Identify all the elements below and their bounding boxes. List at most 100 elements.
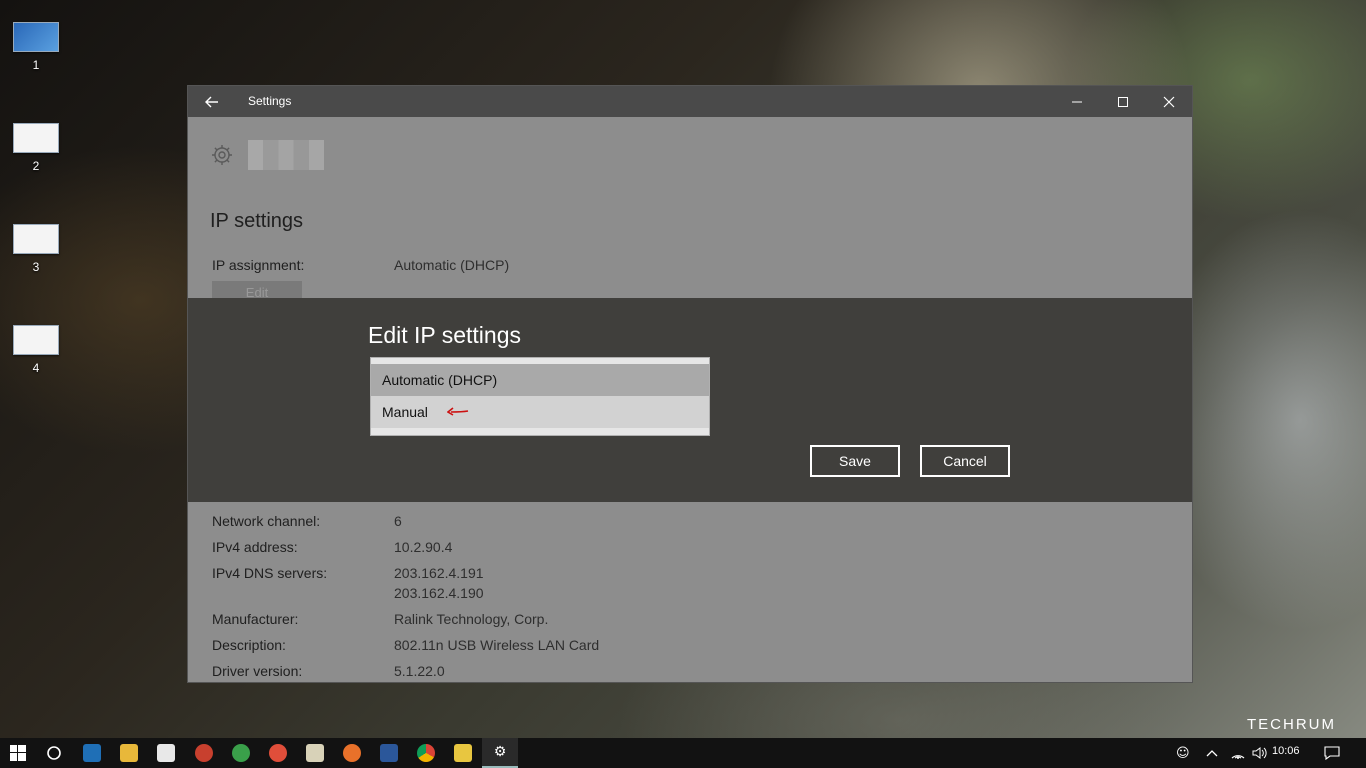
media-player-icon — [454, 744, 472, 762]
taskbar-app-chrome[interactable] — [408, 738, 444, 768]
taskbar-app-file-explorer[interactable] — [111, 738, 147, 768]
start-button[interactable] — [0, 738, 36, 768]
maximize-button[interactable] — [1100, 86, 1146, 117]
desktop-icon-1[interactable]: 1 — [12, 22, 60, 72]
app-red-icon — [195, 744, 213, 762]
chrome-icon — [417, 744, 435, 762]
arrow-left-icon — [205, 96, 218, 107]
property-label: Description: — [212, 637, 286, 653]
taskbar-app-green[interactable] — [223, 738, 259, 768]
desktop-icon-image — [13, 123, 59, 153]
people-icon: ☺ — [1176, 745, 1190, 761]
taskbar-app-word[interactable] — [371, 738, 407, 768]
cortana-button[interactable] — [36, 738, 72, 768]
property-row: Driver version: 5.1.22.0 — [212, 663, 445, 679]
option-label: Manual — [382, 404, 428, 420]
taskbar-app-media-player[interactable] — [445, 738, 481, 768]
section-title: IP settings — [210, 210, 304, 232]
ip-assignment-row: IP assignment: Automatic (DHCP) — [212, 257, 509, 273]
cortana-icon — [47, 746, 61, 760]
wifi-icon — [1231, 755, 1245, 759]
title-bar: Settings — [188, 86, 1192, 117]
mail-icon — [157, 744, 175, 762]
settings-icon: ⚙ — [493, 744, 507, 760]
taskbar-app-paint[interactable] — [297, 738, 333, 768]
settings-window: Settings IP settings IP assignment: Auto… — [187, 85, 1193, 683]
taskbar-app-go-tv[interactable] — [74, 738, 110, 768]
tray-show-hidden[interactable] — [1206, 738, 1218, 768]
edit-ip-dialog: Edit IP settings Automatic (DHCP) Manual… — [188, 298, 1192, 502]
option-label: Automatic (DHCP) — [382, 372, 498, 388]
desktop-icon-label: 4 — [32, 361, 40, 375]
taskbar-app-mail[interactable] — [148, 738, 184, 768]
desktop-icon-label: 2 — [32, 159, 40, 173]
property-label: Driver version: — [212, 663, 303, 679]
window-title: Settings — [248, 94, 292, 108]
property-value: Ralink Technology, Corp. — [394, 611, 549, 627]
property-row: IPv4 address: 10.2.90.4 — [212, 539, 452, 555]
property-value: 203.162.4.191 — [394, 565, 484, 581]
ip-assignment-value: Automatic (DHCP) — [394, 257, 510, 273]
taskbar-app-red[interactable] — [186, 738, 222, 768]
property-label: Network channel: — [212, 513, 321, 529]
save-button[interactable]: Save — [810, 445, 900, 477]
close-icon — [1163, 96, 1175, 107]
desktop-icon-label: 1 — [32, 58, 40, 72]
taskbar-app-settings[interactable]: ⚙ — [482, 738, 518, 768]
close-button[interactable] — [1146, 86, 1192, 117]
property-value: 6 — [394, 513, 402, 529]
maximize-icon — [1118, 96, 1128, 107]
property-value: 802.11n USB Wireless LAN Card — [394, 637, 600, 653]
minimize-icon — [1072, 101, 1082, 102]
property-row: IPv4 DNS servers: 203.162.4.191 203.162.… — [212, 565, 484, 601]
network-name-blurred — [248, 140, 324, 170]
dropdown-option-automatic[interactable]: Automatic (DHCP) — [371, 364, 709, 396]
word-icon — [380, 744, 398, 762]
ip-assignment-dropdown[interactable]: Automatic (DHCP) Manual — [370, 357, 710, 436]
app-spiral-icon — [269, 744, 287, 762]
property-label: Manufacturer: — [212, 611, 299, 627]
taskbar-app-spiral[interactable] — [260, 738, 296, 768]
red-arrow-icon — [447, 407, 469, 416]
firefox-icon — [343, 744, 361, 762]
page-header — [210, 140, 324, 170]
desktop-icon-image — [13, 325, 59, 355]
app-green-icon — [232, 744, 250, 762]
taskbar: ⚙ ☺ 10:06 — [0, 738, 1366, 768]
windows-start-icon — [10, 745, 26, 761]
property-label: IPv4 DNS servers: — [212, 565, 328, 581]
taskbar-clock[interactable]: 10:06 — [1272, 745, 1300, 757]
property-row: Manufacturer: Ralink Technology, Corp. — [212, 611, 548, 627]
chevron-up-icon — [1206, 750, 1218, 757]
tray-notifications[interactable] — [1324, 738, 1340, 768]
gear-icon — [212, 145, 232, 165]
notification-icon — [1324, 746, 1340, 760]
property-row: Description: 802.11n USB Wireless LAN Ca… — [212, 637, 599, 653]
taskbar-app-firefox[interactable] — [334, 738, 370, 768]
ip-assignment-label: IP assignment: — [212, 257, 305, 273]
desktop-icon-image — [13, 224, 59, 254]
dropdown-option-manual[interactable]: Manual — [371, 396, 709, 428]
desktop-icon-3[interactable]: 3 — [12, 224, 60, 274]
desktop-icon-label: 3 — [32, 260, 40, 274]
property-value: 5.1.22.0 — [394, 663, 445, 679]
desktop-icon-4[interactable]: 4 — [12, 325, 60, 375]
property-label: IPv4 address: — [212, 539, 298, 555]
file-explorer-icon — [120, 744, 138, 762]
go-tv-icon — [83, 744, 101, 762]
cancel-button[interactable]: Cancel — [920, 445, 1010, 477]
dialog-title: Edit IP settings — [368, 322, 521, 348]
property-value: 10.2.90.4 — [394, 539, 453, 555]
tray-network[interactable] — [1230, 738, 1246, 768]
tray-people[interactable]: ☺ — [1176, 738, 1190, 768]
desktop-icon-image — [13, 22, 59, 52]
watermark-text: TECHRUM — [1247, 716, 1336, 733]
property-value-secondary: 203.162.4.190 — [394, 585, 484, 601]
desktop-icon-2[interactable]: 2 — [12, 123, 60, 173]
volume-icon — [1252, 747, 1267, 759]
property-row: Network channel: 6 — [212, 513, 402, 529]
tray-volume[interactable] — [1252, 738, 1268, 768]
paint-icon — [306, 744, 324, 762]
minimize-button[interactable] — [1054, 86, 1100, 117]
back-button[interactable] — [188, 86, 236, 117]
